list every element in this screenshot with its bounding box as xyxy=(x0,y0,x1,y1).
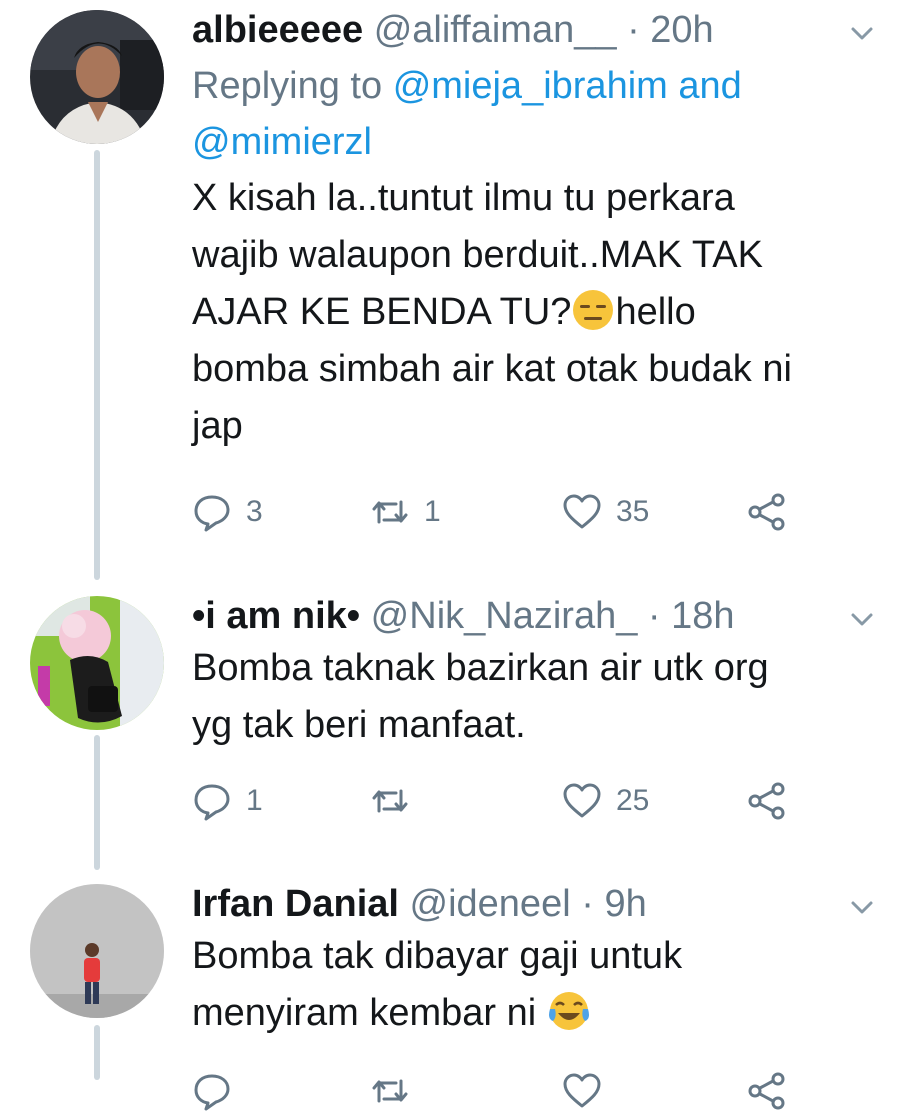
share-button[interactable] xyxy=(747,487,787,537)
reply-button[interactable]: 3 xyxy=(192,487,263,537)
reply-icon xyxy=(194,1074,230,1111)
tweet-text: Bomba taknak bazirkan air utk org yg tak… xyxy=(192,640,845,754)
heart-icon xyxy=(563,494,601,529)
chevron-down-icon[interactable] xyxy=(847,604,877,634)
retweet-button[interactable] xyxy=(370,776,424,826)
reply-count: 1 xyxy=(246,784,263,817)
user-handle[interactable]: @ideneel xyxy=(410,883,571,925)
share-icon xyxy=(748,782,785,820)
reply-icon xyxy=(194,784,230,821)
separator-dot: · xyxy=(627,9,640,51)
like-count: 35 xyxy=(616,495,650,528)
tweet-text-line: wajib walaupon berduit..MAK TAK xyxy=(192,234,764,276)
retweet-icon xyxy=(372,500,408,524)
share-icon xyxy=(748,493,785,531)
like-count: 25 xyxy=(616,784,650,817)
reply-icon xyxy=(194,495,230,532)
timestamp[interactable]: 9h xyxy=(604,883,646,925)
display-name[interactable]: Irfan Danial xyxy=(192,883,399,925)
share-icon xyxy=(748,1072,785,1110)
tears-of-joy-emoji-icon xyxy=(547,989,591,1033)
tweet-text-line: Bomba taknak bazirkan air utk org xyxy=(192,647,769,689)
avatar[interactable] xyxy=(30,10,164,144)
tweet-text-line: X kisah la..tuntut ilmu tu perkara xyxy=(192,177,735,219)
display-name[interactable]: albieeeee xyxy=(192,9,363,51)
tweet-text: Bomba tak dibayar gaji untuk menyiram ke… xyxy=(192,928,845,1042)
tweet-text-line: jap xyxy=(192,405,243,447)
heart-icon xyxy=(563,1073,601,1108)
tweet[interactable]: Irfan Danial @ideneel · 9h Bomba tak dib… xyxy=(0,874,905,1111)
tweet-text-line: hello xyxy=(615,291,696,333)
user-handle[interactable]: @Nik_Nazirah_ xyxy=(371,595,638,637)
timestamp[interactable]: 20h xyxy=(650,9,713,51)
chevron-down-icon[interactable] xyxy=(847,18,877,48)
like-button[interactable] xyxy=(562,1066,602,1116)
chevron-down-icon[interactable] xyxy=(847,892,877,922)
separator-dot: · xyxy=(647,595,661,637)
tweet-text-line: yg tak beri manfaat. xyxy=(192,704,526,746)
reply-button[interactable]: 1 xyxy=(192,776,263,826)
reply-mention[interactable]: @mieja_ibrahim and xyxy=(393,65,742,107)
reply-count: 3 xyxy=(246,495,263,528)
tweet-text: X kisah la..tuntut ilmu tu perkara wajib… xyxy=(192,170,845,455)
tweet-text-line: bomba simbah air kat otak budak ni xyxy=(192,348,792,390)
like-button[interactable]: 25 xyxy=(562,776,649,826)
reply-mention[interactable]: @mimierzl xyxy=(192,121,372,163)
tweet[interactable]: •i am nik• @Nik_Nazirah_ · 18h Bomba tak… xyxy=(0,586,905,871)
reply-button[interactable] xyxy=(192,1066,232,1116)
replying-to-label: Replying to xyxy=(192,65,383,107)
retweet-icon xyxy=(372,1079,408,1103)
retweet-icon xyxy=(372,789,408,813)
timestamp[interactable]: 18h xyxy=(671,595,734,637)
heart-icon xyxy=(563,783,601,818)
retweet-count: 1 xyxy=(424,495,441,528)
avatar[interactable] xyxy=(30,596,164,730)
avatar[interactable] xyxy=(30,884,164,1018)
tweet-text-line: AJAR KE BENDA TU? xyxy=(192,291,572,333)
share-button[interactable] xyxy=(747,776,787,826)
retweet-button[interactable] xyxy=(370,1066,410,1116)
user-handle[interactable]: @aliffaiman__ xyxy=(374,9,617,51)
expressionless-emoji-icon xyxy=(571,288,615,332)
display-name[interactable]: •i am nik• xyxy=(192,595,360,637)
like-button[interactable]: 35 xyxy=(562,487,649,537)
tweet[interactable]: albieeeee @aliffaiman__ · 20h Replying t… xyxy=(0,0,905,580)
share-button[interactable] xyxy=(747,1066,787,1116)
tweet-text-line: menyiram kembar ni xyxy=(192,992,537,1034)
retweet-button[interactable]: 1 xyxy=(370,487,441,537)
separator-dot: · xyxy=(581,883,594,925)
tweet-text-line: Bomba tak dibayar gaji untuk xyxy=(192,935,683,977)
